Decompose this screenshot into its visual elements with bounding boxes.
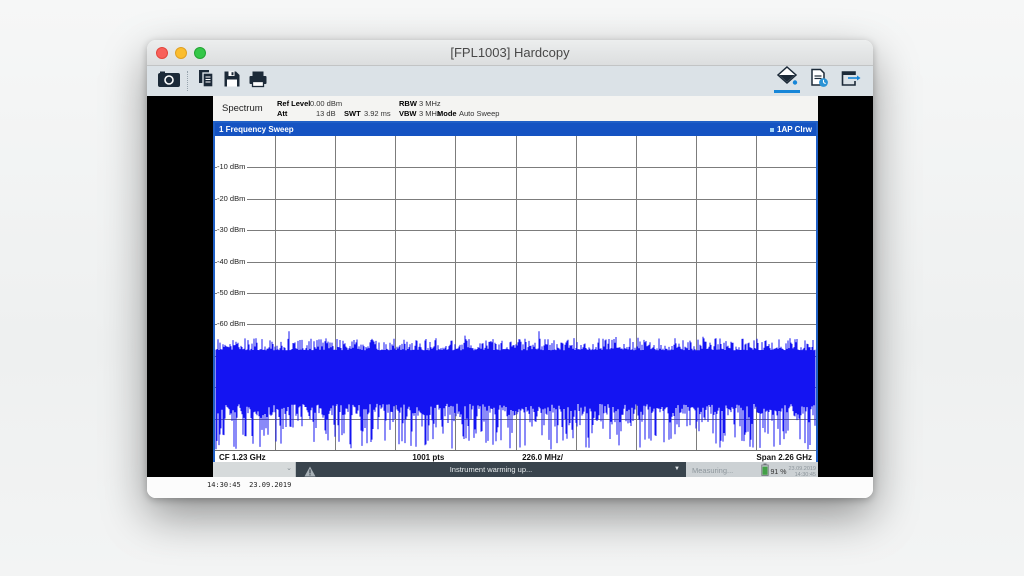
status-right-section: Measuring... 91 % 23.09.2019 [686,462,818,477]
hardcopy-window: [FPL1003] Hardcopy [147,40,873,498]
sweep-points-label: 1001 pts [412,453,444,462]
preview-button[interactable] [806,69,832,93]
mode-label: Mode [437,109,457,118]
color-mode-button[interactable] [774,69,800,93]
spectrum-chart: -10 dBm-20 dBm-30 dBm-40 dBm-50 dBm-60 d… [215,136,816,451]
screenshot-button[interactable] [156,69,182,93]
battery-percent: 91 % [771,469,787,476]
center-frequency-label: CF 1.23 GHz [219,453,266,462]
dropdown-arrow-icon: ▼ [674,466,680,473]
span-label: Span 2.26 GHz [756,453,812,462]
measurement-window-frame: 1 Frequency Sweep 1AP Clrw -10 dBm-20 dB… [213,121,818,462]
rbw-value: 3 MHz [419,99,441,108]
print-button[interactable] [245,69,271,93]
footer-strip: 14:30:45 23.09.2019 [147,477,873,498]
instrument-hardcopy-image: Spectrum Ref Level 0.00 dBm Att 13 dB SW… [213,96,818,477]
capture-timestamp: 14:30:45 23.09.2019 [207,481,291,489]
toolbar-right-group [774,69,864,93]
noise-trace [215,136,816,451]
export-icon [840,69,862,93]
status-message-bar[interactable]: Instrument warming up... ▼ [296,462,686,477]
status-dropdown-box[interactable]: ⌄ [213,462,296,477]
window-title: [FPL1003] Hardcopy [147,45,873,60]
copy-icon [197,69,215,93]
swt-value: 3.92 ms [364,109,391,118]
save-icon [223,70,241,93]
measuring-status: Measuring... [692,466,733,475]
preview-refresh-icon [809,68,830,94]
export-button[interactable] [838,69,864,93]
trace-label: 1AP Clrw [777,125,812,134]
instrument-status-bar: ⌄ Instrument warming up... ▼ Measuring..… [213,462,818,477]
save-button[interactable] [219,69,245,93]
trace-header-bar: 1 Frequency Sweep 1AP Clrw [215,123,816,136]
status-message: Instrument warming up... [450,465,533,474]
channel-settings-header: Spectrum Ref Level 0.00 dBm Att 13 dB SW… [213,96,818,121]
camera-icon [157,70,181,93]
print-icon [248,70,268,93]
vbw-label: VBW [399,109,417,118]
trace-marker-icon [770,128,774,132]
per-division-label: 226.0 MHz/ [522,453,563,462]
toolbar-separator [187,71,188,91]
mode-value: Auto Sweep [459,109,499,118]
chevron-down-icon: ⌄ [286,465,292,473]
att-label: Att [277,109,287,118]
ink-bottle-icon [776,66,798,92]
copy-button[interactable] [193,69,219,93]
ref-level-label: Ref Level [277,99,310,108]
window-number-title: 1 Frequency Sweep [219,125,294,134]
ref-level-value: 0.00 dBm [310,99,342,108]
titlebar[interactable]: [FPL1003] Hardcopy [147,40,873,66]
channel-tab-spectrum[interactable]: Spectrum [222,103,263,114]
rbw-label: RBW [399,99,417,108]
att-value: 13 dB [316,109,336,118]
window-body: Spectrum Ref Level 0.00 dBm Att 13 dB SW… [147,96,873,498]
swt-label: SWT [344,109,361,118]
toolbar [147,66,873,96]
